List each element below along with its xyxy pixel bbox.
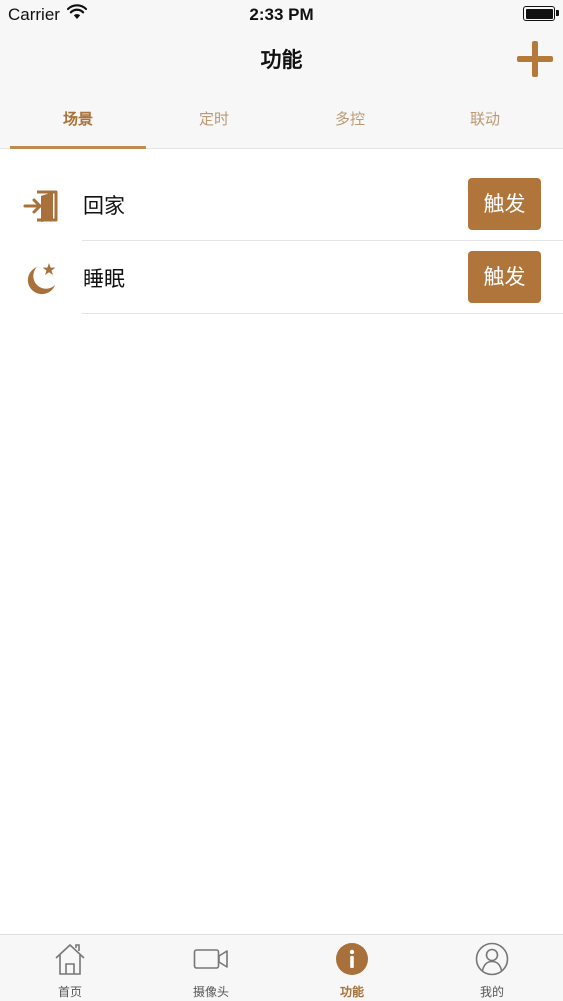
list-item: 睡眠 触发	[0, 241, 563, 314]
camera-icon	[193, 949, 228, 969]
trigger-button[interactable]: 触发	[468, 251, 541, 303]
battery-icon	[523, 6, 559, 21]
page-title: 功能	[260, 48, 303, 72]
tab-linkage[interactable]: 联动	[417, 90, 553, 148]
status-time: 2:33 PM	[249, 5, 314, 24]
tab-bar-home[interactable]: 首页	[0, 935, 140, 1001]
add-scene-button[interactable]	[517, 41, 553, 77]
tab-timer[interactable]: 定时	[146, 90, 282, 148]
tab-bar-label: 功能	[339, 985, 364, 999]
tab-bar-label: 首页	[57, 985, 82, 999]
function-tabs: 场景 定时 多控 联动	[0, 90, 563, 149]
tab-bar-function[interactable]: 功能	[282, 935, 422, 1001]
user-icon	[475, 942, 509, 976]
tab-scene[interactable]: 场景	[10, 90, 146, 148]
tab-bar-label: 我的	[479, 985, 504, 999]
trigger-button[interactable]: 触发	[468, 178, 541, 230]
info-icon	[336, 943, 368, 975]
tab-bar-profile[interactable]: 我的	[422, 935, 562, 1001]
tab-bar-camera[interactable]: 摄像头	[141, 935, 281, 1001]
scene-list: 回家 触发 睡眠 触发	[0, 168, 563, 314]
navigation-bar: 功能	[0, 30, 563, 90]
moon-star-icon	[27, 263, 56, 295]
scene-name: 回家	[83, 194, 125, 218]
scene-name: 睡眠	[83, 267, 125, 291]
tab-bar-label: 摄像头	[192, 985, 229, 999]
door-enter-icon	[23, 190, 58, 222]
row-divider	[82, 313, 563, 314]
tab-multi-control[interactable]: 多控	[282, 90, 418, 148]
tab-indicator	[10, 146, 146, 149]
bottom-tab-bar: 首页 摄像头 功能 我的	[0, 934, 563, 1001]
home-icon	[55, 944, 85, 975]
status-bar: Carrier 2:33 PM	[0, 0, 563, 30]
list-item: 回家 触发	[0, 168, 563, 241]
